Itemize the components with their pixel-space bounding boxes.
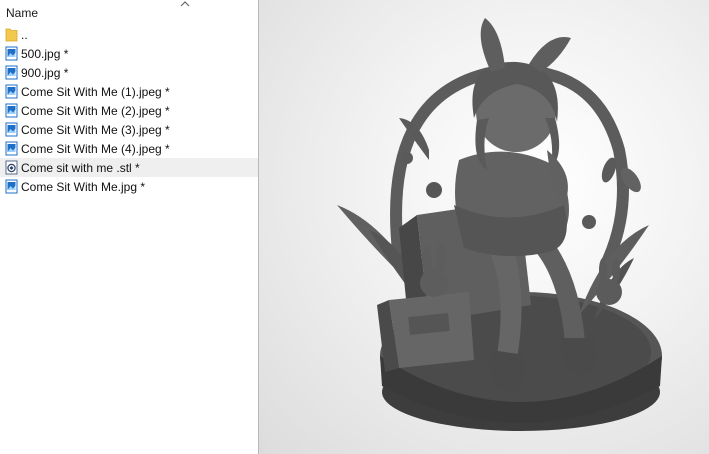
file-name: 900.jpg * — [21, 66, 69, 80]
column-header-name[interactable]: Name — [0, 0, 258, 24]
list-item[interactable]: 900.jpg * — [0, 63, 258, 82]
figurine-render — [337, 18, 662, 431]
3d-model-preview[interactable] — [259, 0, 709, 454]
image-file-icon — [5, 84, 18, 99]
image-file-icon — [5, 65, 18, 80]
image-file-icon — [5, 141, 18, 156]
file-list-pane: Name .. 500.jpg * 900.jpg * Come Sit Wit… — [0, 0, 258, 454]
image-file-icon — [5, 103, 18, 118]
3d-model-file-icon — [5, 160, 18, 175]
list-item[interactable]: Come Sit With Me (1).jpeg * — [0, 82, 258, 101]
image-file-icon — [5, 122, 18, 137]
list-item-parent-folder[interactable]: .. — [0, 25, 258, 44]
file-name: Come Sit With Me (3).jpeg * — [21, 123, 170, 137]
list-item[interactable]: Come Sit With Me.jpg * — [0, 177, 258, 196]
list-item[interactable]: Come Sit With Me (4).jpeg * — [0, 139, 258, 158]
image-file-icon — [5, 46, 18, 61]
column-header-label: Name — [6, 6, 39, 20]
chevron-up-icon — [180, 1, 190, 7]
file-name: Come Sit With Me (1).jpeg * — [21, 85, 170, 99]
folder-icon — [5, 28, 18, 42]
list-item[interactable]: Come Sit With Me (3).jpeg * — [0, 120, 258, 139]
file-name: Come sit with me .stl * — [21, 161, 140, 175]
list-item[interactable]: 500.jpg * — [0, 44, 258, 63]
list-item-selected[interactable]: Come sit with me .stl * — [0, 158, 258, 177]
file-name: Come Sit With Me (4).jpeg * — [21, 142, 170, 156]
list-item[interactable]: Come Sit With Me (2).jpeg * — [0, 101, 258, 120]
file-name: 500.jpg * — [21, 47, 69, 61]
file-name: .. — [21, 28, 28, 42]
image-file-icon — [5, 179, 18, 194]
file-name: Come Sit With Me.jpg * — [21, 180, 146, 194]
file-name: Come Sit With Me (2).jpeg * — [21, 104, 170, 118]
